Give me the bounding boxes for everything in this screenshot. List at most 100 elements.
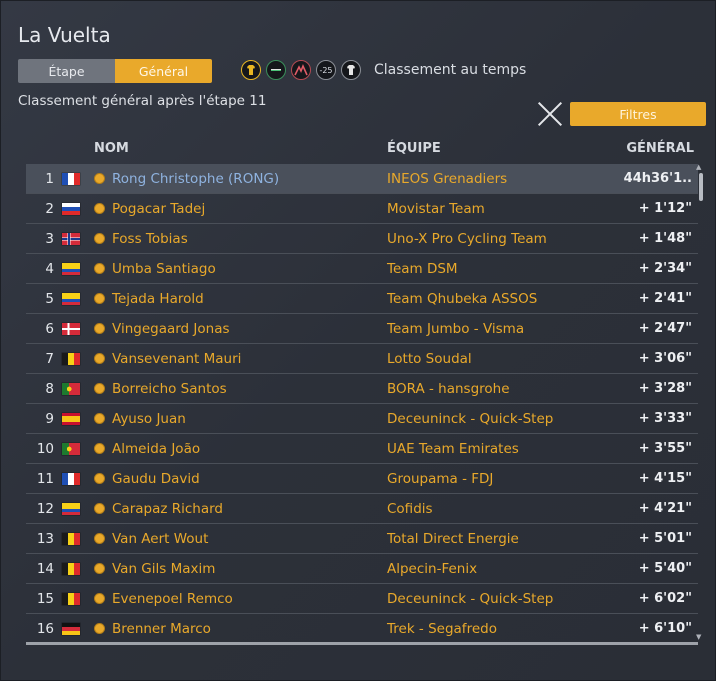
- rider-name[interactable]: Van Gils Maxim: [112, 561, 215, 577]
- general-time: + 3'33": [638, 411, 692, 426]
- table-row[interactable]: 16 Brenner Marco Trek - Segafredo + 6'10": [26, 614, 698, 644]
- country-flag-icon: [62, 383, 80, 395]
- table-row[interactable]: 5 Tejada Harold Team Qhubeka ASSOS + 2'41": [26, 284, 698, 314]
- scroll-up-arrow-icon[interactable]: ▲: [696, 163, 701, 171]
- table-row[interactable]: 4 Umba Santiago Team DSM + 2'34": [26, 254, 698, 284]
- classification-window: La Vuelta Étape Général -25 Classement a…: [0, 0, 716, 681]
- rider-name[interactable]: Borreicho Santos: [112, 381, 227, 397]
- rider-name[interactable]: Almeida João: [112, 441, 200, 457]
- rider-name[interactable]: Evenepoel Remco: [112, 591, 233, 607]
- rider-info-icon[interactable]: [94, 203, 105, 214]
- country-flag-icon: [62, 533, 80, 545]
- mountain-jersey-icon[interactable]: [291, 60, 311, 80]
- rank: 9: [45, 411, 54, 427]
- rider-name[interactable]: Umba Santiago: [112, 261, 216, 277]
- team-name[interactable]: Uno-X Pro Cycling Team: [387, 231, 547, 247]
- general-time: + 5'40": [638, 561, 692, 576]
- rider-name[interactable]: Vingegaard Jonas: [112, 321, 230, 337]
- rider-name[interactable]: Tejada Harold: [112, 291, 204, 307]
- team-jersey-icon[interactable]: [341, 60, 361, 80]
- rank: 4: [45, 261, 54, 277]
- team-name[interactable]: Cofidis: [387, 501, 433, 517]
- vertical-scrollbar-thumb[interactable]: [699, 173, 703, 201]
- table-row[interactable]: 13 Van Aert Wout Total Direct Energie + 5'0…: [26, 524, 698, 554]
- team-name[interactable]: Alpecin-Fenix: [387, 561, 477, 577]
- rider-name[interactable]: Carapaz Richard: [112, 501, 223, 517]
- rider-name[interactable]: Rong Christophe (RONG): [112, 171, 279, 187]
- rider-name[interactable]: Van Aert Wout: [112, 531, 208, 547]
- general-time: + 1'12": [638, 201, 692, 216]
- table-row[interactable]: 8 Borreicho Santos BORA - hansgrohe + 3'28": [26, 374, 698, 404]
- tab-etape[interactable]: Étape: [18, 59, 115, 83]
- rider-info-icon[interactable]: [94, 383, 105, 394]
- country-flag-icon: [62, 503, 80, 515]
- rider-name[interactable]: Brenner Marco: [112, 621, 211, 637]
- team-name[interactable]: UAE Team Emirates: [387, 441, 519, 457]
- rider-name[interactable]: Pogacar Tadej: [112, 201, 205, 217]
- green-jersey-icon[interactable]: [266, 60, 286, 80]
- rank: 13: [36, 531, 54, 547]
- country-flag-icon: [62, 623, 80, 635]
- general-time: + 3'28": [638, 381, 692, 396]
- country-flag-icon: [62, 293, 80, 305]
- scroll-down-arrow-icon[interactable]: ▼: [696, 633, 701, 641]
- close-icon[interactable]: [537, 101, 563, 127]
- rider-info-icon[interactable]: [94, 173, 105, 184]
- rider-info-icon[interactable]: [94, 473, 105, 484]
- table-row[interactable]: 6 Vingegaard Jonas Team Jumbo - Visma + 2'4…: [26, 314, 698, 344]
- column-header-equipe[interactable]: ÉQUIPE: [387, 141, 441, 156]
- rider-info-icon[interactable]: [94, 533, 105, 544]
- rider-info-icon[interactable]: [94, 413, 105, 424]
- rank: 2: [45, 201, 54, 217]
- rider-info-icon[interactable]: [94, 593, 105, 604]
- young-rider-icon[interactable]: -25: [316, 60, 336, 80]
- filters-button[interactable]: Filtres: [570, 102, 706, 126]
- rider-info-icon[interactable]: [94, 563, 105, 574]
- column-header-general[interactable]: GÉNÉRAL: [626, 141, 694, 156]
- rider-info-icon[interactable]: [94, 503, 105, 514]
- table-row[interactable]: 3 Foss Tobias Uno-X Pro Cycling Team + 1'48…: [26, 224, 698, 254]
- rider-info-icon[interactable]: [94, 443, 105, 454]
- rider-info-icon[interactable]: [94, 623, 105, 634]
- tab-general[interactable]: Général: [115, 59, 212, 83]
- rider-name[interactable]: Foss Tobias: [112, 231, 188, 247]
- table-row[interactable]: 1 Rong Christophe (RONG) INEOS Grenadiers 4…: [26, 164, 698, 194]
- column-header-nom[interactable]: NOM: [94, 141, 129, 156]
- yellow-jersey-icon[interactable]: [241, 60, 261, 80]
- team-name[interactable]: Movistar Team: [387, 201, 485, 217]
- team-name[interactable]: Trek - Segafredo: [387, 621, 497, 637]
- team-name[interactable]: Total Direct Energie: [387, 531, 519, 547]
- table-row[interactable]: 11 Gaudu David Groupama - FDJ + 4'15": [26, 464, 698, 494]
- team-name[interactable]: Groupama - FDJ: [387, 471, 493, 487]
- team-name[interactable]: BORA - hansgrohe: [387, 381, 510, 397]
- classification-icons: -25: [241, 60, 361, 80]
- horizontal-scrollbar[interactable]: [26, 642, 698, 645]
- general-time: + 3'06": [638, 351, 692, 366]
- table-row[interactable]: 2 Pogacar Tadej Movistar Team + 1'12": [26, 194, 698, 224]
- team-name[interactable]: Team Jumbo - Visma: [387, 321, 524, 337]
- rider-info-icon[interactable]: [94, 293, 105, 304]
- rider-name[interactable]: Gaudu David: [112, 471, 200, 487]
- rider-info-icon[interactable]: [94, 323, 105, 334]
- table-row[interactable]: 15 Evenepoel Remco Deceuninck - Quick-Step…: [26, 584, 698, 614]
- rider-info-icon[interactable]: [94, 263, 105, 274]
- table-row[interactable]: 14 Van Gils Maxim Alpecin-Fenix + 5'40": [26, 554, 698, 584]
- team-name[interactable]: Deceuninck - Quick-Step: [387, 411, 553, 427]
- team-name[interactable]: INEOS Grenadiers: [387, 171, 507, 187]
- team-name[interactable]: Team Qhubeka ASSOS: [387, 291, 537, 307]
- country-flag-icon: [62, 353, 80, 365]
- table-row[interactable]: 12 Carapaz Richard Cofidis + 4'21": [26, 494, 698, 524]
- team-name[interactable]: Deceuninck - Quick-Step: [387, 591, 553, 607]
- rider-name[interactable]: Vansevenant Mauri: [112, 351, 241, 367]
- rank: 7: [45, 351, 54, 367]
- rider-info-icon[interactable]: [94, 233, 105, 244]
- team-name[interactable]: Team DSM: [387, 261, 458, 277]
- team-name[interactable]: Lotto Soudal: [387, 351, 472, 367]
- general-time: + 4'21": [638, 501, 692, 516]
- country-flag-icon: [62, 473, 80, 485]
- table-row[interactable]: 10 Almeida João UAE Team Emirates + 3'55": [26, 434, 698, 464]
- rider-name[interactable]: Ayuso Juan: [112, 411, 186, 427]
- table-row[interactable]: 7 Vansevenant Mauri Lotto Soudal + 3'06": [26, 344, 698, 374]
- table-row[interactable]: 9 Ayuso Juan Deceuninck - Quick-Step + 3'33…: [26, 404, 698, 434]
- rider-info-icon[interactable]: [94, 353, 105, 364]
